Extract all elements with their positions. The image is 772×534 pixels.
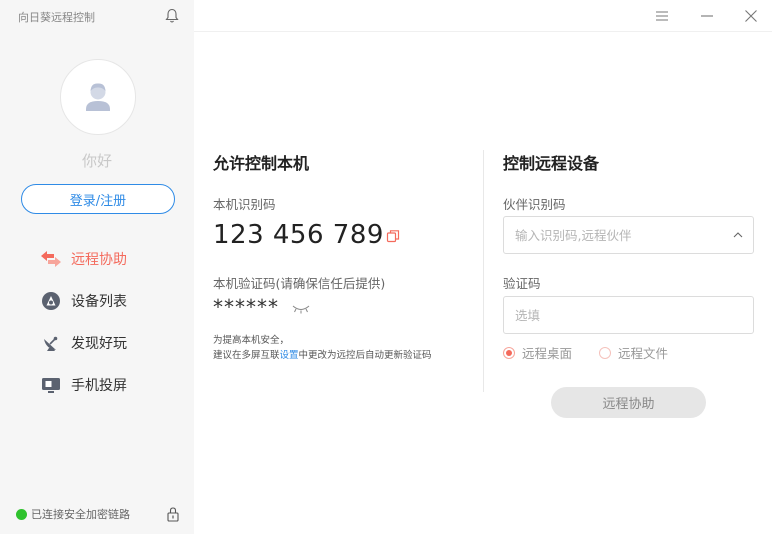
hint-text-pre: 建议在多屏互联: [213, 350, 280, 361]
status-dot-icon: [16, 508, 27, 520]
sidebar-item-screen-cast[interactable]: 手机投屏: [40, 364, 127, 406]
radio-remote-file[interactable]: 远程文件: [599, 343, 668, 362]
section-divider: [483, 150, 484, 392]
connection-status-text: 已连接安全加密链路: [31, 508, 130, 521]
radio-unselected-icon: [599, 346, 612, 359]
radio-selected-icon: [503, 346, 515, 359]
sidebar-item-remote-assist[interactable]: 远程协助: [40, 238, 127, 280]
minimize-button[interactable]: [697, 6, 717, 26]
remote-code-field: [503, 296, 754, 334]
radio-remote-desktop[interactable]: 远程桌面: [503, 343, 572, 362]
remote-assist-button[interactable]: 远程协助: [551, 387, 706, 418]
radio-label: 远程文件: [618, 346, 669, 361]
remote-code-input[interactable]: [515, 307, 753, 323]
user-avatar-icon: [86, 83, 110, 111]
sidebar-item-label: 手机投屏: [71, 378, 127, 394]
partner-id-input[interactable]: [515, 227, 723, 243]
hamburger-menu-icon: [656, 11, 668, 21]
local-id-label: 本机识别码: [213, 197, 276, 212]
sidebar-item-label: 发现好玩: [71, 336, 127, 352]
sidebar-item-label: 设备列表: [71, 294, 127, 310]
connection-status: 已连接安全加密链路: [16, 506, 130, 522]
close-button[interactable]: [741, 6, 761, 26]
titlebar-divider: [194, 31, 772, 32]
sidebar-item-label: 远程协助: [71, 252, 127, 268]
avatar[interactable]: [60, 59, 136, 135]
security-hint: 为提高本机安全， 建议在多屏互联设置中更改为远控后自动更新验证码: [213, 333, 432, 363]
sidebar-item-discover[interactable]: 发现好玩: [40, 322, 127, 364]
device-list-icon: [40, 290, 62, 312]
partner-id-label: 伙伴识别码: [503, 197, 566, 212]
copy-icon[interactable]: [386, 229, 400, 243]
partner-id-field: [503, 216, 754, 254]
eye-closed-icon[interactable]: [292, 304, 310, 314]
local-code-label: 本机验证码(请确保信任后提供): [213, 276, 386, 291]
hint-text-post: 中更改为远控后自动更新验证码: [298, 350, 432, 361]
login-register-button[interactable]: 登录/注册: [21, 184, 175, 214]
remote-section-title: 控制远程设备: [503, 154, 600, 173]
minimize-icon: [701, 15, 713, 17]
sidebar-item-device-list[interactable]: 设备列表: [40, 280, 127, 322]
screen-cast-icon: [40, 374, 62, 396]
settings-link[interactable]: 设置: [280, 350, 299, 361]
hint-line-2: 建议在多屏互联设置中更改为远控后自动更新验证码: [213, 348, 432, 363]
chevron-up-icon[interactable]: [723, 232, 753, 238]
radio-label: 远程桌面: [522, 346, 573, 361]
remote-code-label: 验证码: [503, 276, 541, 291]
machine-id-value: 123 456 789: [213, 220, 384, 250]
sidebar: 向日葵远程控制 你好 登录/注册 远程协助 设备列表 发现好玩 手机投屏 已连接…: [0, 0, 194, 534]
hint-line-1: 为提高本机安全，: [213, 335, 290, 346]
swap-arrows-icon: [40, 248, 62, 270]
sidebar-nav: 远程协助 设备列表 发现好玩 手机投屏: [40, 238, 127, 406]
close-icon: [745, 10, 757, 22]
app-title: 向日葵远程控制: [18, 11, 95, 24]
connection-type-radios: 远程桌面 远程文件: [503, 343, 695, 362]
lock-icon[interactable]: [166, 506, 180, 522]
satellite-dish-icon: [40, 332, 62, 354]
verification-code-value: ******: [213, 295, 279, 319]
greeting: 你好: [81, 152, 112, 170]
bell-icon[interactable]: [165, 8, 179, 24]
local-section-title: 允许控制本机: [213, 154, 310, 173]
menu-button[interactable]: [652, 6, 672, 26]
